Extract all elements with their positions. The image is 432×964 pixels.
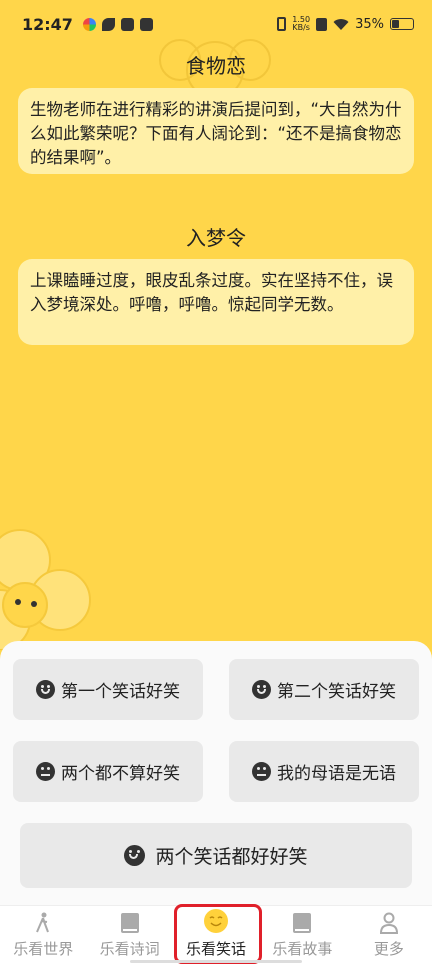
smile-face-icon	[252, 680, 271, 699]
tab-more-label: 更多	[373, 940, 404, 958]
vote-first-funny-button[interactable]: 第一个笑话好笑	[13, 659, 203, 720]
battery-fill	[392, 20, 399, 28]
home-indicator	[130, 960, 302, 963]
flower-decoration-left	[0, 529, 91, 650]
joke-title-1: 食物恋	[186, 54, 246, 78]
status-bar: 12:47 1.50 KB/s 35%	[0, 0, 432, 48]
joke-title-2: 入梦令	[186, 226, 246, 250]
battery-percent: 35%	[355, 16, 384, 32]
tab-poetry[interactable]: 乐看诗词	[86, 906, 172, 964]
tab-poetry-label: 乐看诗词	[99, 940, 160, 958]
wifi-icon	[333, 18, 349, 30]
tab-world-label: 乐看世界	[13, 940, 74, 958]
vote-sheet: 第一个笑话好笑 第二个笑话好笑 两个都不算好笑 我的母语是无语 两个笑话都好好笑	[0, 641, 432, 905]
play-notification-icon	[120, 17, 134, 31]
smile-face-icon	[36, 680, 55, 699]
vote-first-funny-label: 第一个笑话好笑	[61, 682, 180, 702]
smile-face-icon	[124, 845, 146, 866]
tab-stories-label: 乐看故事	[272, 940, 333, 958]
sim-off-icon	[316, 17, 328, 31]
walker-icon	[32, 912, 54, 934]
book-icon	[119, 912, 141, 934]
vote-neither-funny-label: 两个都不算好笑	[61, 764, 180, 784]
vibrate-icon	[277, 17, 287, 31]
message-notification-icon	[139, 17, 153, 31]
tab-stories[interactable]: 乐看故事	[259, 906, 345, 964]
vote-neither-funny-button[interactable]: 两个都不算好笑	[13, 741, 203, 802]
tab-world[interactable]: 乐看世界	[0, 906, 86, 964]
vote-both-funny-label: 两个笑话都好好笑	[155, 846, 308, 868]
joke-text-1: 生物老师在进行精彩的讲演后提问到，“大自然为什么如此繁荣呢？下面有人阔论到：“还…	[18, 88, 414, 174]
netspeed-unit: KB/s	[292, 23, 310, 32]
app-notification-icon	[82, 17, 96, 31]
book-icon	[291, 912, 313, 934]
vote-speechless-label: 我的母语是无语	[277, 764, 396, 784]
expressionless-face-icon	[252, 762, 271, 781]
vote-both-funny-button[interactable]: 两个笑话都好好笑	[20, 823, 412, 888]
status-time: 12:47	[22, 14, 73, 34]
active-tab-highlight	[174, 904, 262, 964]
network-speed: 1.50 KB/s	[292, 16, 310, 32]
vote-speechless-button[interactable]: 我的母语是无语	[229, 741, 419, 802]
tab-more[interactable]: 更多	[346, 906, 432, 964]
joke-text-2: 上课瞌睡过度，眼皮乱条过度。实在坚持不住，误入梦境深处。呼噜，呼噜。惊起同学无数…	[18, 259, 414, 345]
vote-second-funny-label: 第二个笑话好笑	[277, 682, 396, 702]
leaf-notification-icon	[101, 17, 115, 31]
neutral-face-icon	[36, 762, 55, 781]
vote-second-funny-button[interactable]: 第二个笑话好笑	[229, 659, 419, 720]
person-icon	[378, 912, 400, 934]
battery-icon	[390, 18, 414, 30]
